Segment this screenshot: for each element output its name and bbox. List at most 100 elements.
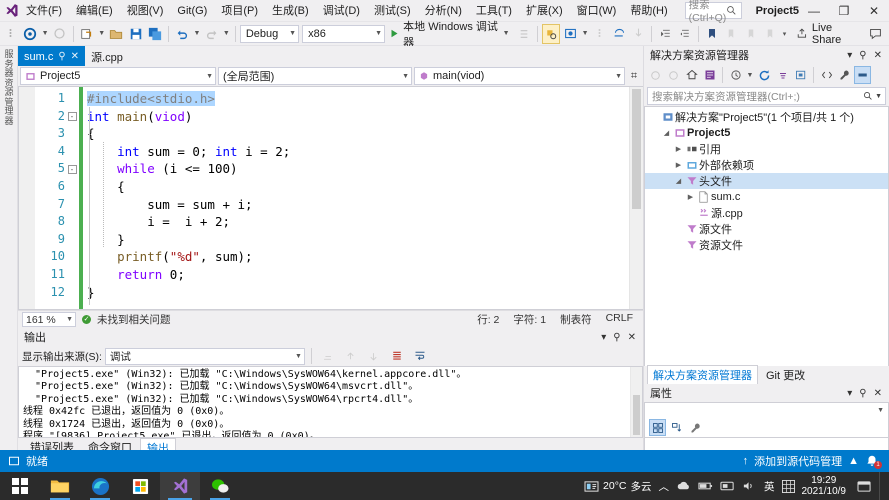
close-icon[interactable]: ✕ bbox=[71, 51, 79, 62]
code-folding-gutter[interactable]: -- bbox=[65, 87, 79, 309]
pending-changes-icon[interactable] bbox=[727, 66, 744, 84]
editor-tab-sum-c[interactable]: sum.c ⚲ ✕ bbox=[18, 46, 86, 66]
tree-item[interactable]: ◢ 头文件 bbox=[645, 173, 888, 189]
screenshot-dropdown-icon[interactable]: ▼ bbox=[580, 24, 589, 44]
expander-expanded-icon[interactable]: ◢ bbox=[661, 129, 672, 137]
undo-icon[interactable] bbox=[173, 24, 191, 44]
action-center-icon[interactable] bbox=[857, 480, 872, 493]
solution-configuration-dropdown[interactable]: Debug ▼ bbox=[239, 24, 300, 43]
file-explorer-icon[interactable] bbox=[40, 472, 80, 500]
global-search-input[interactable]: 搜索 (Ctrl+Q) bbox=[684, 0, 742, 24]
toolbar-overflow-icon[interactable] bbox=[2, 24, 20, 44]
close-icon[interactable]: ✕ bbox=[628, 332, 636, 343]
menu-view[interactable]: 视图(V) bbox=[120, 1, 171, 21]
server-explorer-tab[interactable]: 服务器资源管理器 bbox=[2, 49, 16, 126]
pin-icon[interactable]: ⚲ bbox=[859, 50, 866, 61]
pin-icon[interactable]: ⚲ bbox=[859, 388, 866, 399]
code-line[interactable]: int sum = 0; int i = 2; bbox=[87, 143, 629, 161]
save-icon[interactable] bbox=[127, 24, 145, 44]
code-line[interactable]: #include<stdio.h> bbox=[87, 90, 629, 108]
pin-icon[interactable]: ⚲ bbox=[613, 332, 620, 343]
tree-item[interactable]: 源.cpp bbox=[645, 205, 888, 221]
tree-item[interactable]: ▶ sum.c bbox=[645, 189, 888, 205]
menu-help[interactable]: 帮助(H) bbox=[623, 1, 674, 21]
bookmark-icon[interactable] bbox=[703, 24, 721, 44]
tree-item[interactable]: 资源文件 bbox=[645, 237, 888, 253]
indent-icon[interactable] bbox=[656, 24, 674, 44]
code-line[interactable]: int main(viod) bbox=[87, 108, 629, 126]
preview-selected-items-icon[interactable] bbox=[854, 66, 871, 84]
code-line[interactable]: printf("%d", sum); bbox=[87, 248, 629, 266]
code-line[interactable]: i = i + 2; bbox=[87, 213, 629, 231]
split-editor-icon[interactable]: ⌗ bbox=[627, 70, 641, 83]
code-line[interactable]: } bbox=[87, 231, 629, 249]
nav-member-dropdown[interactable]: main(viod) ▼ bbox=[414, 67, 625, 85]
notifications-button[interactable]: 1 bbox=[865, 454, 882, 469]
start-icon[interactable] bbox=[0, 472, 40, 500]
tray-expand-icon[interactable]: ︿ bbox=[659, 479, 670, 494]
menu-window[interactable]: 窗口(W) bbox=[570, 1, 624, 21]
menu-debug[interactable]: 调试(D) bbox=[316, 1, 367, 21]
run-options-icon[interactable] bbox=[515, 24, 533, 44]
properties-object-dropdown[interactable]: ▼ bbox=[644, 402, 889, 418]
fold-toggle-icon[interactable]: - bbox=[67, 111, 77, 121]
add-to-source-control-button[interactable]: 添加到源代码管理 bbox=[754, 453, 842, 469]
menu-edit[interactable]: 编辑(E) bbox=[69, 1, 120, 21]
editor-breakpoint-margin[interactable] bbox=[19, 87, 35, 309]
zoom-level-dropdown[interactable]: 161 % ▼ bbox=[22, 312, 76, 327]
hot-reload-icon[interactable] bbox=[541, 23, 561, 44]
editor-tab-yuan-cpp[interactable]: 源.cpp bbox=[85, 46, 129, 66]
feedback-icon[interactable] bbox=[867, 24, 885, 44]
step-over-icon[interactable] bbox=[610, 24, 628, 44]
home-icon[interactable] bbox=[683, 66, 700, 84]
open-file-icon[interactable] bbox=[107, 24, 125, 44]
weather-widget[interactable]: 20°C 多云 bbox=[584, 479, 652, 494]
show-all-files-icon[interactable] bbox=[792, 66, 809, 84]
microsoft-store-icon[interactable] bbox=[120, 472, 160, 500]
code-line[interactable]: while (i <= 100) bbox=[87, 160, 629, 178]
maximize-button[interactable]: ❐ bbox=[829, 0, 859, 22]
save-all-icon[interactable] bbox=[146, 24, 164, 44]
expander-collapsed-icon[interactable]: ▶ bbox=[685, 193, 696, 201]
visual-studio-icon[interactable] bbox=[160, 472, 200, 500]
expander-expanded-icon[interactable]: ◢ bbox=[673, 177, 684, 185]
edge-icon[interactable] bbox=[80, 472, 120, 500]
navigate-backward-icon[interactable] bbox=[21, 24, 39, 44]
toggle-word-wrap-icon[interactable] bbox=[410, 346, 430, 366]
alphabetical-view-icon[interactable] bbox=[668, 419, 685, 436]
taskbar-clock[interactable]: 19:29 2021/10/9 bbox=[802, 475, 851, 497]
tree-item[interactable]: ▶ 外部依赖项 bbox=[645, 157, 888, 173]
code-line[interactable]: } bbox=[87, 284, 629, 302]
editor-scroll-thumb[interactable] bbox=[632, 89, 641, 209]
line-ending-mode[interactable]: CRLF bbox=[606, 312, 633, 327]
pin-icon[interactable]: ⚲ bbox=[58, 51, 65, 62]
tree-item[interactable]: 解决方案"Project5"(1 个项目/共 1 个) bbox=[645, 109, 888, 125]
clear-output-icon[interactable] bbox=[387, 346, 407, 366]
solution-platform-dropdown[interactable]: x86 ▼ bbox=[302, 24, 386, 43]
screenshot-icon[interactable] bbox=[561, 24, 579, 44]
code-line[interactable]: sum = sum + i; bbox=[87, 196, 629, 214]
chevron-down-icon[interactable]: ▼ bbox=[875, 93, 882, 100]
live-share-button[interactable]: Live Share bbox=[790, 22, 866, 46]
code-surface[interactable]: 1 2 3 4 5 6 7 8 9 10 11 12 -- #include<stdio.h> int … bbox=[19, 87, 629, 309]
refresh-icon[interactable] bbox=[756, 66, 773, 84]
redo-icon[interactable] bbox=[202, 24, 220, 44]
new-project-dropdown-icon[interactable]: ▼ bbox=[97, 24, 106, 44]
close-icon[interactable]: ✕ bbox=[874, 388, 882, 399]
output-scroll-thumb[interactable] bbox=[633, 395, 640, 435]
expander-collapsed-icon[interactable]: ▶ bbox=[673, 161, 684, 169]
property-pages-icon[interactable] bbox=[687, 419, 704, 436]
menu-extensions[interactable]: 扩展(X) bbox=[519, 1, 570, 21]
navigate-forward-icon[interactable] bbox=[51, 24, 69, 44]
outdent-icon[interactable] bbox=[676, 24, 694, 44]
chevron-down-icon[interactable]: ▾ bbox=[847, 50, 852, 61]
nav-project-dropdown[interactable]: Project5 ▼ bbox=[20, 67, 216, 85]
expander-collapsed-icon[interactable]: ▶ bbox=[673, 145, 684, 153]
redo-dropdown-icon[interactable]: ▼ bbox=[222, 24, 231, 44]
chevron-down-icon[interactable]: ▾ bbox=[847, 388, 852, 399]
menu-build[interactable]: 生成(B) bbox=[265, 1, 316, 21]
dock-tab-git-changes[interactable]: Git 更改 bbox=[761, 366, 810, 384]
indentation-mode[interactable]: 制表符 bbox=[560, 312, 592, 327]
start-debugging-button[interactable]: 本地 Windows 调试器 ▼ bbox=[386, 21, 513, 49]
ime-keyboard-icon[interactable] bbox=[781, 479, 795, 493]
